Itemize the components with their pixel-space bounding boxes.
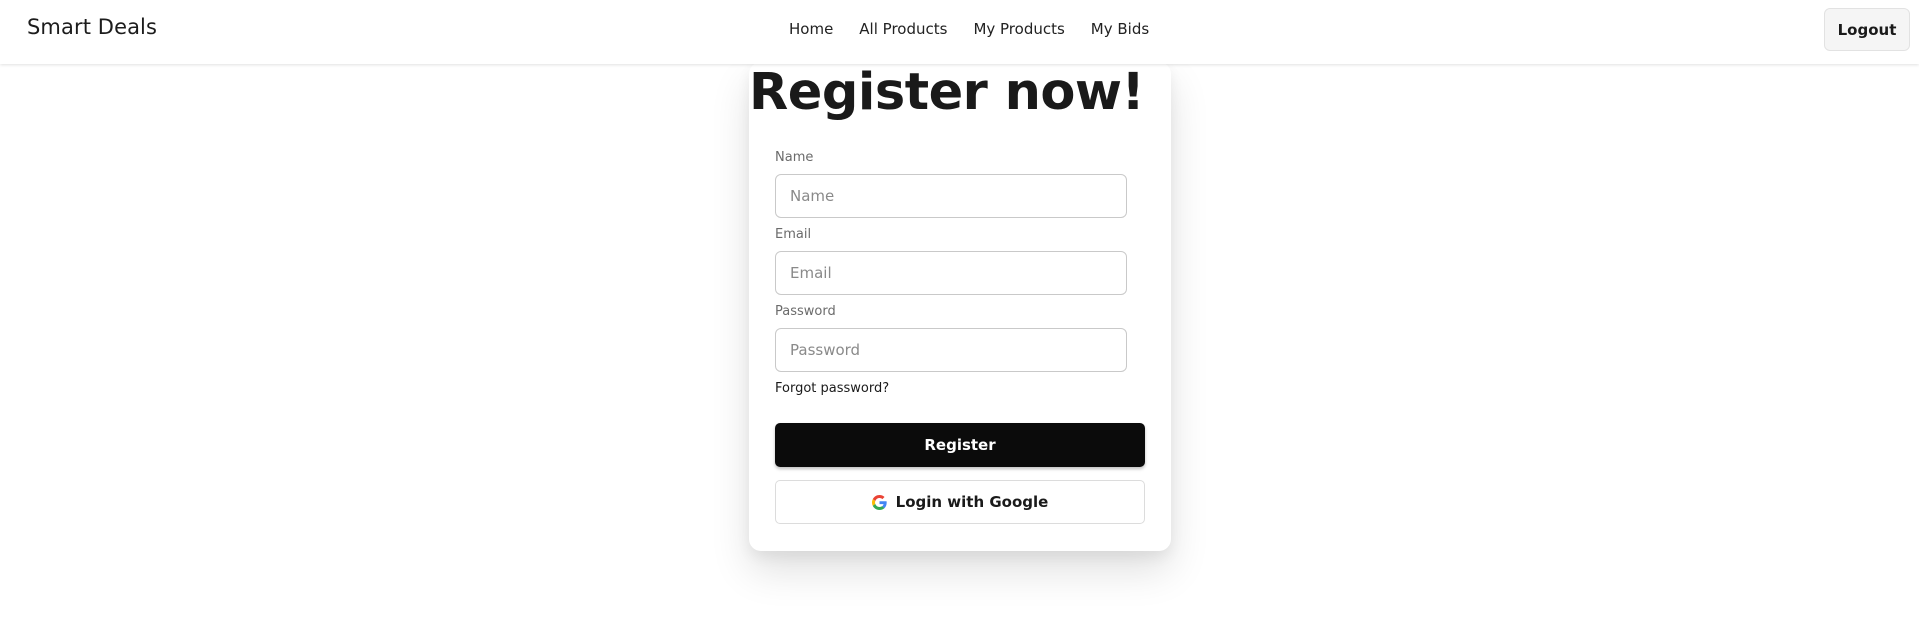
password-input[interactable]: [775, 328, 1127, 372]
email-input[interactable]: [775, 251, 1127, 295]
name-input[interactable]: [775, 174, 1127, 218]
login-with-google-button[interactable]: Login with Google: [775, 480, 1145, 524]
email-label: Email: [775, 227, 812, 242]
register-button[interactable]: Register: [775, 423, 1145, 467]
register-card: Register now! Name Email Password Forgot…: [749, 62, 1171, 551]
google-button-label: Login with Google: [895, 493, 1049, 511]
password-label: Password: [775, 304, 836, 319]
logout-button[interactable]: Logout: [1824, 8, 1910, 51]
nav-link-home[interactable]: Home: [789, 20, 833, 38]
nav-links: Home All Products My Products My Bids: [789, 20, 1149, 38]
navbar: Smart Deals Home All Products My Product…: [0, 0, 1919, 64]
nav-link-my-products[interactable]: My Products: [973, 20, 1064, 38]
brand-logo[interactable]: Smart Deals: [27, 15, 157, 39]
forgot-password-link[interactable]: Forgot password?: [775, 381, 889, 396]
name-label: Name: [775, 150, 814, 165]
nav-link-my-bids[interactable]: My Bids: [1091, 20, 1149, 38]
google-icon: [871, 494, 887, 510]
nav-link-all-products[interactable]: All Products: [859, 20, 947, 38]
page-title: Register now!: [749, 63, 1145, 122]
